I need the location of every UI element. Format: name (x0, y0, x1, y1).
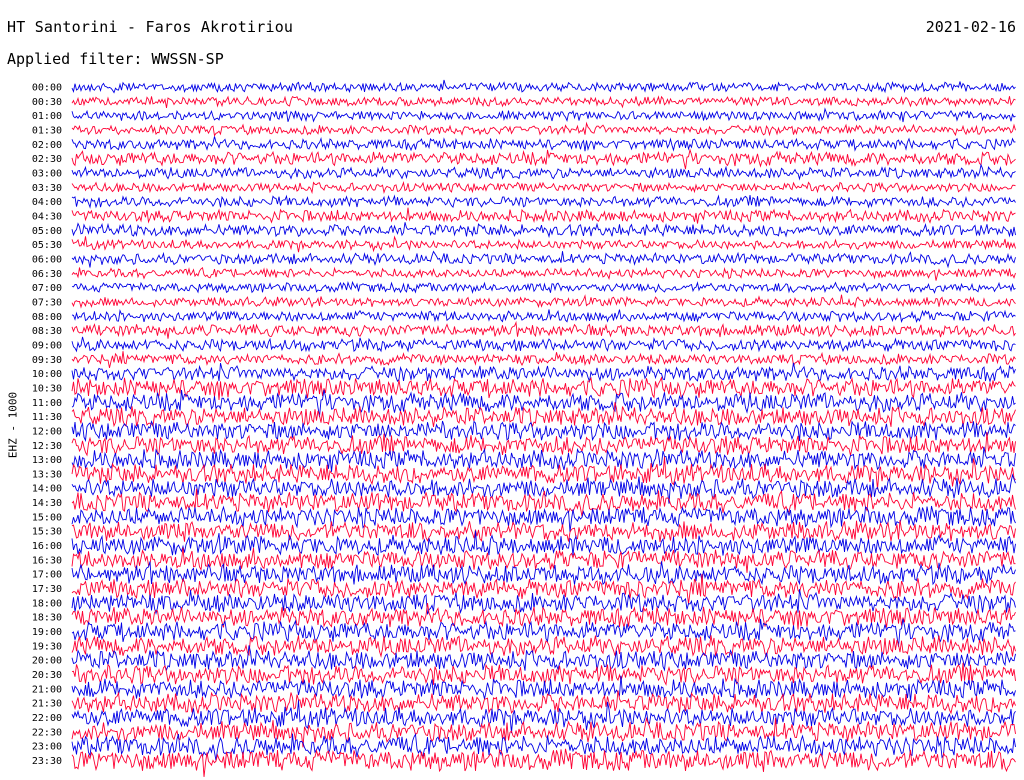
seismic-trace (71, 121, 1016, 137)
time-tick-label: 15:30 (32, 527, 62, 538)
seismic-trace (71, 181, 1016, 195)
seismic-trace (71, 294, 1016, 309)
time-tick-label: 05:30 (32, 240, 62, 251)
seismic-trace (71, 662, 1016, 686)
time-tick-label: 22:00 (32, 713, 62, 724)
time-tick-label: 14:30 (32, 498, 62, 509)
seismic-trace (71, 136, 1016, 152)
time-tick-label: 03:00 (32, 168, 62, 179)
time-tick-label: 00:00 (32, 83, 62, 94)
time-tick-label: 20:00 (32, 656, 62, 667)
time-tick-label: 06:00 (32, 254, 62, 265)
time-tick-label: 01:00 (32, 111, 62, 122)
seismic-trace (71, 362, 1016, 384)
seismic-trace (71, 309, 1016, 323)
time-tick-label: 22:30 (32, 727, 62, 738)
time-tick-label: 10:30 (32, 383, 62, 394)
seismic-trace (71, 336, 1016, 353)
time-tick-label: 17:00 (32, 570, 62, 581)
time-tick-label: 03:30 (32, 183, 62, 194)
seismic-trace (71, 107, 1016, 123)
time-tick-label: 12:30 (32, 441, 62, 452)
seismic-trace (71, 700, 1016, 734)
seismic-trace (71, 79, 1016, 94)
time-tick-label: 19:30 (32, 641, 62, 652)
time-tick-label: 21:30 (32, 699, 62, 710)
seismic-trace (71, 645, 1016, 672)
time-tick-label: 02:00 (32, 140, 62, 151)
time-tick-label: 07:00 (32, 283, 62, 294)
time-tick-label: 04:00 (32, 197, 62, 208)
seismic-trace (71, 280, 1016, 294)
seismic-trace (71, 520, 1016, 542)
time-tick-label: 18:00 (32, 598, 62, 609)
time-tick-label: 08:00 (32, 312, 62, 323)
seismic-trace (71, 148, 1016, 170)
seismic-trace (71, 194, 1016, 209)
seismic-trace (71, 250, 1016, 269)
helicorder-chart: 00:00 00:30 01:00 01:30 02:00 02:30 03:00 03:30… (32, 79, 1016, 777)
time-tick-label: 09:00 (32, 340, 62, 351)
seismic-trace (71, 420, 1016, 443)
time-tick-label: 12:00 (32, 426, 62, 437)
time-tick-label: 23:30 (32, 756, 62, 767)
time-tick-label: 08:30 (32, 326, 62, 337)
seismic-trace (71, 351, 1016, 368)
seismic-trace (71, 431, 1016, 457)
time-tick-label: 15:00 (32, 512, 62, 523)
seismic-trace (71, 748, 1016, 777)
time-tick-label: 04:30 (32, 211, 62, 222)
time-tick-label: 20:30 (32, 670, 62, 681)
time-tick-label: 01:30 (32, 125, 62, 136)
time-tick-label: 16:00 (32, 541, 62, 552)
seismic-trace (71, 207, 1016, 224)
time-tick-label: 19:00 (32, 627, 62, 638)
time-tick-label: 13:00 (32, 455, 62, 466)
time-tick-label: 07:30 (32, 297, 62, 308)
seismic-trace (71, 716, 1016, 748)
seismic-trace (71, 573, 1016, 605)
time-tick-label: 10:00 (32, 369, 62, 380)
seismic-trace (71, 95, 1016, 109)
time-tick-label: 11:00 (32, 398, 62, 409)
time-tick-label: 18:30 (32, 613, 62, 624)
time-tick-label: 14:00 (32, 484, 62, 495)
time-tick-label: 00:30 (32, 97, 62, 108)
seismic-trace (71, 163, 1016, 181)
time-tick-label: 02:30 (32, 154, 62, 165)
time-tick-label: 06:30 (32, 269, 62, 280)
time-tick-label: 16:30 (32, 555, 62, 566)
time-tick-label: 21:00 (32, 684, 62, 695)
time-tick-label: 11:30 (32, 412, 62, 423)
time-tick-label: 17:30 (32, 584, 62, 595)
time-tick-label: 13:30 (32, 469, 62, 480)
seismic-trace (71, 266, 1016, 281)
time-tick-label: 23:00 (32, 742, 62, 753)
seismic-trace (71, 320, 1016, 339)
time-tick-label: 05:00 (32, 226, 62, 237)
seismic-trace (71, 589, 1016, 615)
time-tick-label: 09:30 (32, 355, 62, 366)
seismic-trace (71, 235, 1016, 253)
seismic-trace (71, 222, 1016, 239)
